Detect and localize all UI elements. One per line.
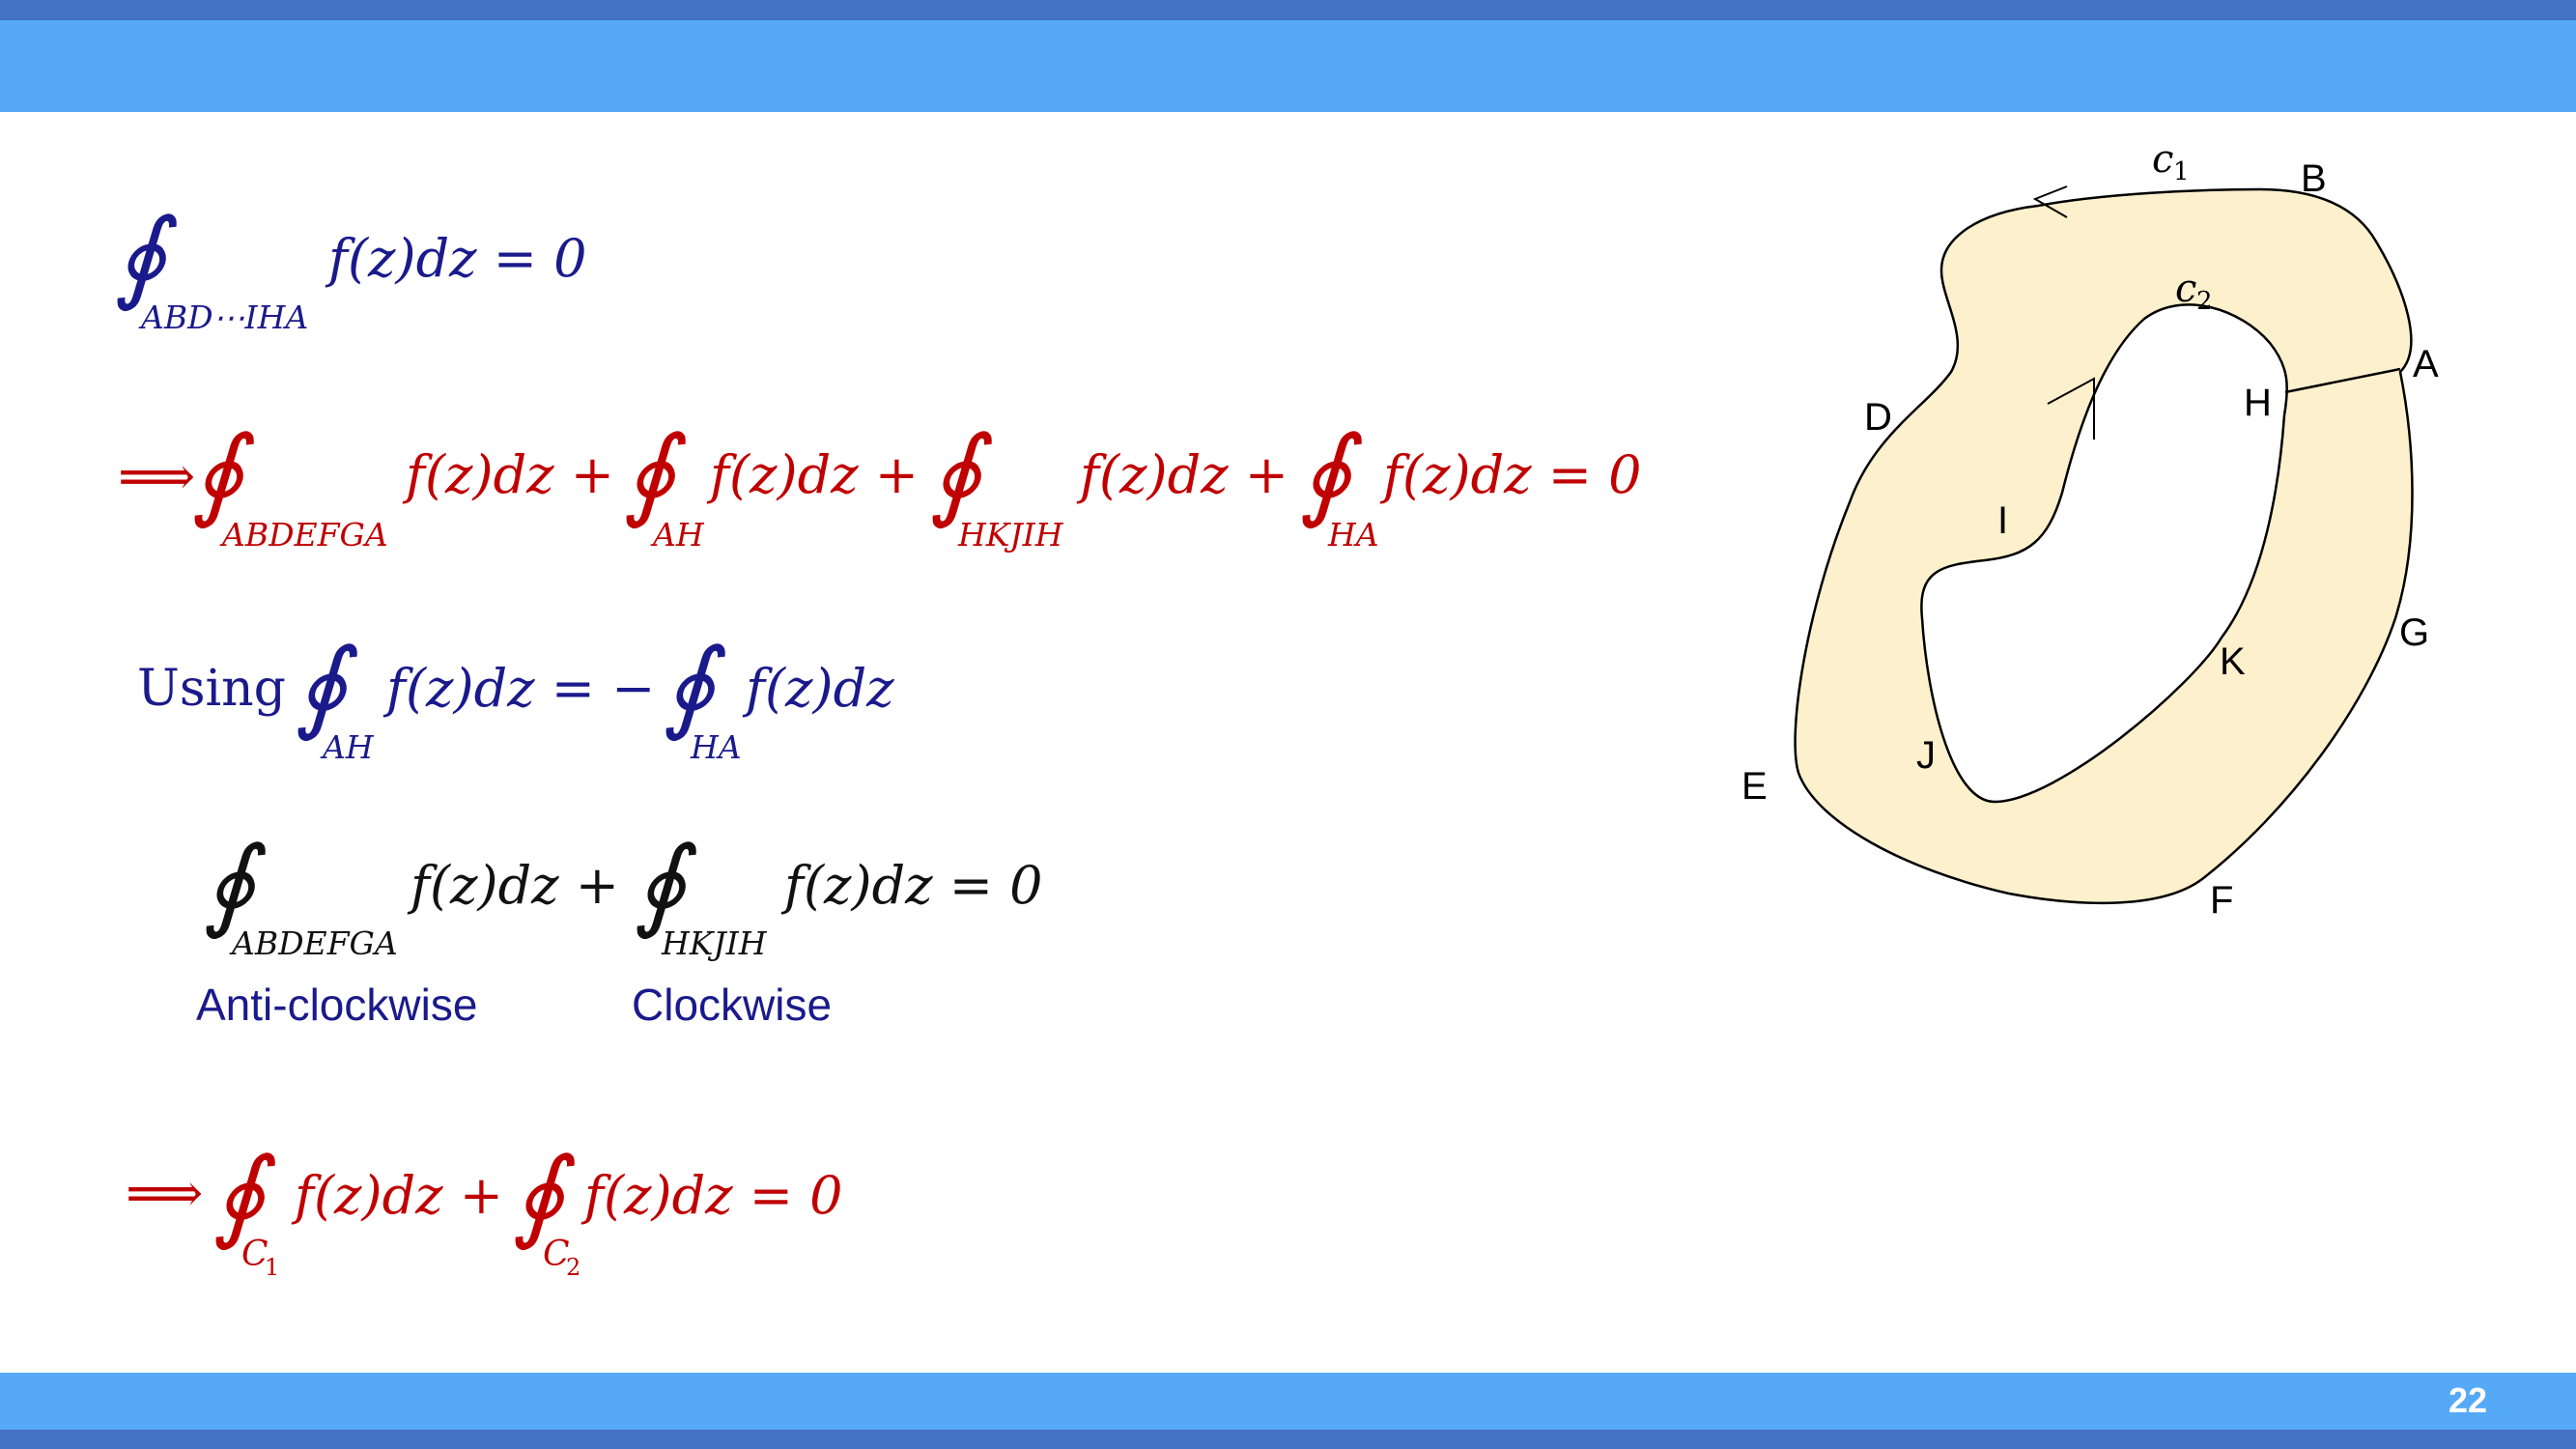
- eq2-term4-body: f(z)dz = 0: [1379, 444, 1642, 505]
- eq3-prefix: Using: [137, 660, 286, 718]
- eq2-term1-subscript: ABDEFGA: [219, 516, 388, 554]
- equation-1: ∮ ABD⋯IHA f(z)dz = 0: [114, 196, 587, 336]
- eq1-body: f(z)dz = 0: [325, 228, 587, 289]
- point-K: K: [2220, 640, 2246, 683]
- label-anticlockwise: Anti-clockwise: [196, 980, 478, 1030]
- eq2-term2-subscript: AH: [650, 516, 705, 554]
- eq2-term4-subscript: HA: [1327, 516, 1379, 554]
- eq1-subscript: ABD⋯IHA: [138, 298, 308, 336]
- eq2-implies: ⟹: [118, 445, 195, 508]
- contour-integral-sign: ∮: [1299, 413, 1363, 531]
- equation-3: Using ∮ AH f(z)dz = − ∮ HA f(z)dz: [137, 626, 894, 766]
- point-J: J: [1916, 734, 1936, 777]
- eq4-term2-subscript: HKJIH: [661, 924, 768, 962]
- eq4-term1-subscript: ABDEFGA: [229, 924, 398, 962]
- eq2-term3-body: f(z)dz +: [1076, 444, 1288, 505]
- eq3-term1-body: f(z)dz = −: [382, 658, 655, 719]
- equation-5: ⟹ ∮ C 1 f(z)dz + ∮ C 2 f(z)dz = 0: [126, 1135, 843, 1281]
- eq5-term2-body: f(z)dz = 0: [580, 1165, 843, 1226]
- contour-integral-sign: ∮: [663, 626, 726, 744]
- label-c1-index: 1: [2173, 157, 2190, 186]
- contour-diagram: c 1 c 2 B A H D I G K J E F: [1741, 137, 2439, 922]
- point-I: I: [1997, 499, 2008, 542]
- point-H: H: [2244, 382, 2272, 424]
- eq3-term2-subscript: HA: [690, 728, 742, 766]
- contour-integral-sign: ∮: [623, 413, 687, 531]
- equation-2: ⟹ ∮ ABDEFGA f(z)dz + ∮ AH f(z)dz + ∮ HKJ…: [118, 413, 1642, 554]
- contour-integral-sign: ∮: [114, 196, 178, 314]
- label-c1: c: [2152, 137, 2173, 182]
- equation-4: ∮ ABDEFGA f(z)dz + ∮ HKJIH f(z)dz = 0: [203, 824, 1043, 962]
- eq4-term2-body: f(z)dz = 0: [780, 855, 1043, 916]
- eq3-term1-subscript: AH: [320, 728, 375, 766]
- eq5-term1-index: 1: [265, 1254, 279, 1281]
- eq2-term1-body: f(z)dz +: [402, 444, 614, 505]
- label-c2-index: 2: [2196, 287, 2213, 316]
- point-F: F: [2210, 879, 2233, 922]
- point-B: B: [2301, 157, 2327, 200]
- eq5-term1-body: f(z)dz +: [291, 1165, 503, 1226]
- contour-integral-sign: ∮: [929, 413, 993, 531]
- contour-integral-sign: ∮: [295, 626, 358, 744]
- point-A: A: [2413, 343, 2439, 385]
- eq2-term2-body: f(z)dz +: [706, 444, 919, 505]
- label-clockwise: Clockwise: [632, 980, 833, 1030]
- point-G: G: [2399, 611, 2429, 654]
- eq5-term2-index: 2: [566, 1254, 580, 1281]
- eq3-term2-body: f(z)dz: [742, 658, 894, 719]
- point-D: D: [1864, 396, 1892, 439]
- slide-content: ∮ ABD⋯IHA f(z)dz = 0 ⟹ ∮ ABDEFGA f(z)dz …: [114, 137, 2439, 1281]
- eq2-term3-subscript: HKJIH: [957, 516, 1064, 554]
- label-c2: c: [2175, 267, 2196, 311]
- eq4-term1-body: f(z)dz +: [407, 855, 619, 916]
- point-E: E: [1741, 765, 1768, 808]
- contour-integral-sign: ∮: [191, 413, 255, 531]
- eq5-implies: ⟹: [126, 1162, 203, 1225]
- annulus-region: [1795, 189, 2413, 903]
